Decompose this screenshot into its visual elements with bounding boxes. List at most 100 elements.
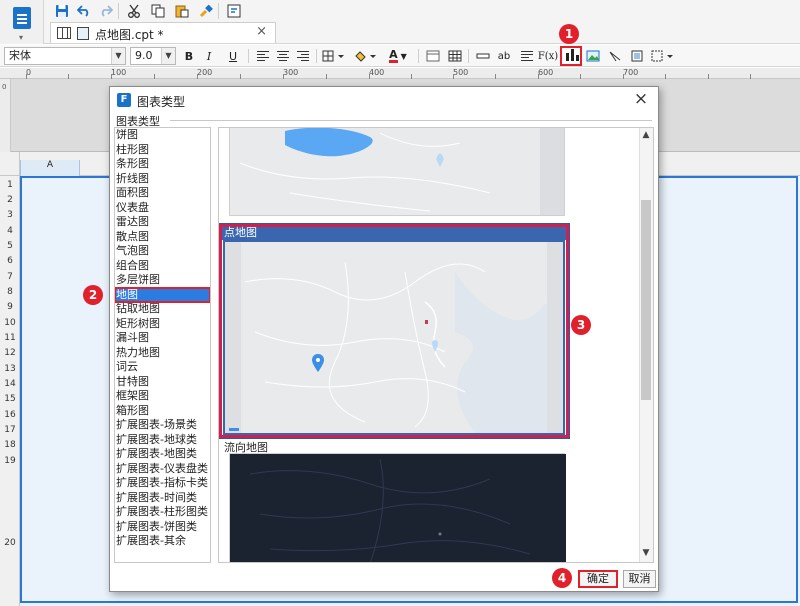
list-item[interactable]: 多层饼图: [115, 273, 210, 287]
insert-row-icon[interactable]: [474, 47, 492, 65]
list-item[interactable]: 扩展图表-仪表盘类: [115, 462, 210, 476]
list-item[interactable]: 扩展图表-其余: [115, 534, 210, 548]
list-item[interactable]: 热力地图: [115, 346, 210, 360]
border-icon[interactable]: [320, 47, 348, 65]
row-number[interactable]: 11: [0, 333, 20, 343]
row-number[interactable]: 16: [0, 410, 20, 420]
grid-cells-icon[interactable]: [446, 47, 464, 65]
font-family-select[interactable]: 宋体 ▼: [4, 47, 126, 65]
row-number[interactable]: 13: [0, 364, 20, 374]
save-icon[interactable]: [52, 2, 72, 20]
point-map-preview-card[interactable]: 点地图: [219, 223, 570, 439]
list-item[interactable]: 组合图: [115, 259, 210, 273]
flow-map-preview-card[interactable]: [229, 453, 566, 562]
list-item[interactable]: 扩展图表-时间类: [115, 491, 210, 505]
list-item[interactable]: 扩展图表-地图类: [115, 447, 210, 461]
tab-document[interactable]: 点地图.cpt * ×: [50, 22, 276, 43]
row-number[interactable]: 20: [0, 538, 20, 548]
merge-cells-icon[interactable]: [424, 47, 442, 65]
list-item[interactable]: 框架图: [115, 389, 210, 403]
list-item[interactable]: 散点图: [115, 230, 210, 244]
list-item[interactable]: 折线图: [115, 172, 210, 186]
preview-card-title: 点地图: [222, 227, 566, 240]
row-number[interactable]: 9: [0, 302, 20, 312]
chevron-down-icon: ▾: [19, 33, 24, 42]
list-item[interactable]: 雷达图: [115, 215, 210, 229]
chevron-down-icon[interactable]: ▼: [111, 48, 125, 64]
list-item[interactable]: 条形图: [115, 157, 210, 171]
undo-icon[interactable]: [74, 2, 94, 20]
close-icon[interactable]: ×: [632, 89, 650, 109]
list-item[interactable]: 甘特图: [115, 375, 210, 389]
row-number[interactable]: 1: [0, 180, 20, 190]
list-item[interactable]: 扩展图表-地球类: [115, 433, 210, 447]
row-number[interactable]: 7: [0, 272, 20, 282]
slash-icon[interactable]: [606, 47, 624, 65]
font-color-icon[interactable]: A ▼: [384, 47, 412, 65]
align-right-icon[interactable]: [294, 47, 312, 65]
list-item[interactable]: 扩展图表-指标卡类: [115, 476, 210, 490]
list-item[interactable]: 矩形树图: [115, 317, 210, 331]
row-number[interactable]: 12: [0, 348, 20, 358]
app-menu-button[interactable]: ▾: [0, 0, 44, 44]
list-item[interactable]: 箱形图: [115, 404, 210, 418]
scroll-down-icon[interactable]: ▼: [640, 548, 652, 558]
insert-chart-button[interactable]: [560, 46, 582, 66]
row-number[interactable]: 15: [0, 394, 20, 404]
row-number[interactable]: 8: [0, 287, 20, 297]
cancel-button[interactable]: 取消: [623, 570, 656, 588]
list-item[interactable]: 面积图: [115, 186, 210, 200]
list-item[interactable]: 词云: [115, 360, 210, 374]
list-item[interactable]: 扩展图表-场景类: [115, 418, 210, 432]
list-item[interactable]: 气泡图: [115, 244, 210, 258]
row-header: 1 2 3 4 5 6 7 8 9 10 11 12 13 14 15 16 1…: [0, 176, 20, 606]
format-brush-icon[interactable]: [196, 2, 216, 20]
row-number[interactable]: 19: [0, 456, 20, 466]
column-a-header[interactable]: A: [20, 160, 80, 176]
list-item[interactable]: 扩展图表-饼图类: [115, 520, 210, 534]
list-item[interactable]: 漏斗图: [115, 331, 210, 345]
list-item[interactable]: 扩展图表-柱形图类: [115, 505, 210, 519]
close-icon[interactable]: ×: [256, 24, 267, 39]
insert-image-icon[interactable]: [584, 47, 602, 65]
scroll-up-icon[interactable]: ▲: [640, 130, 652, 140]
font-size-select[interactable]: 9.0 ▼: [130, 47, 176, 65]
sheet-corner[interactable]: [0, 152, 20, 176]
ok-button[interactable]: 确定: [578, 570, 618, 588]
row-number[interactable]: 10: [0, 318, 20, 328]
row-number[interactable]: 3: [0, 210, 20, 220]
list-item[interactable]: 饼图: [115, 128, 210, 142]
copy-icon[interactable]: [148, 2, 168, 20]
row-number[interactable]: 4: [0, 226, 20, 236]
preview-icon[interactable]: [224, 2, 244, 20]
map-preview-card[interactable]: [229, 128, 565, 216]
list-item[interactable]: 仪表盘: [115, 201, 210, 215]
row-number[interactable]: 14: [0, 379, 20, 389]
chart-type-list[interactable]: 饼图 柱形图 条形图 折线图 面积图 仪表盘 雷达图 散点图 气泡图 组合图 多…: [114, 127, 211, 563]
align-center-icon[interactable]: [274, 47, 292, 65]
row-number[interactable]: 5: [0, 241, 20, 251]
redo-icon[interactable]: [96, 2, 116, 20]
row-number[interactable]: 18: [0, 440, 20, 450]
text-lines-icon[interactable]: [518, 47, 536, 65]
row-number[interactable]: 6: [0, 256, 20, 266]
list-item-selected[interactable]: 地图: [115, 286, 210, 303]
scrollbar-thumb[interactable]: [641, 200, 651, 400]
align-left-icon[interactable]: [254, 47, 272, 65]
frame-icon[interactable]: [650, 47, 676, 65]
chevron-down-icon[interactable]: ▼: [161, 48, 175, 64]
cut-icon[interactable]: [124, 2, 144, 20]
list-item[interactable]: 钻取地图: [115, 302, 210, 316]
wrap-text-button[interactable]: ab: [494, 47, 514, 65]
chart-preview-panel[interactable]: 点地图 流向地图 ▲ ▼: [218, 127, 654, 563]
fill-color-icon[interactable]: [352, 47, 380, 65]
formula-button[interactable]: F(x): [538, 47, 558, 65]
list-item[interactable]: 柱形图: [115, 143, 210, 157]
row-number[interactable]: 17: [0, 425, 20, 435]
bold-button[interactable]: B: [180, 47, 198, 65]
subreport-icon[interactable]: [628, 47, 646, 65]
underline-button[interactable]: U: [224, 47, 242, 65]
paste-icon[interactable]: [172, 2, 192, 20]
row-number[interactable]: 2: [0, 195, 20, 205]
italic-button[interactable]: I: [200, 47, 218, 65]
